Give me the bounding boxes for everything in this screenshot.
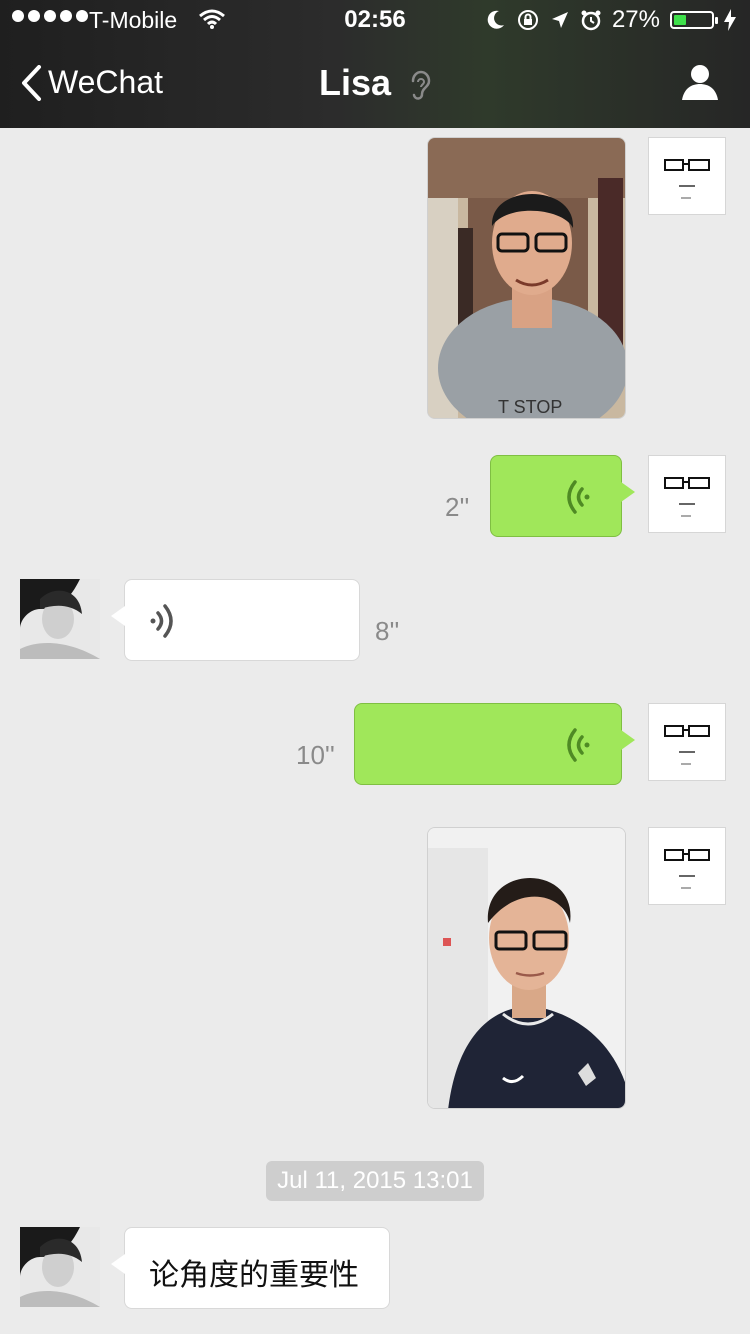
sent-photo-message[interactable]: T STOP (427, 137, 626, 419)
rotation-lock-icon (517, 10, 538, 30)
message-text: 论角度的重要性 (149, 1259, 359, 1292)
my-avatar[interactable] (648, 703, 726, 781)
voice-duration: 10'' (296, 740, 335, 770)
battery-percent: 27% (611, 6, 660, 33)
my-avatar[interactable] (648, 137, 726, 215)
status-bar: T-Mobile 02:56 27% (0, 0, 750, 40)
contact-name: Lisa (318, 62, 392, 103)
voice-wave-icon (150, 604, 173, 638)
alarm-icon (581, 10, 601, 31)
voice-duration: 2'' (445, 492, 470, 522)
lisa-avatar[interactable] (20, 1227, 100, 1307)
lisa-avatar[interactable] (20, 579, 100, 659)
profile-icon[interactable] (680, 62, 720, 102)
sent-photo-message[interactable] (427, 827, 626, 1109)
battery-icon (670, 11, 718, 29)
timestamp-divider: Jul 11, 2015 13:01 (266, 1161, 484, 1201)
chat-title: Lisa (0, 62, 750, 104)
moon-icon (487, 10, 504, 29)
sent-voice-message[interactable] (354, 703, 635, 785)
my-avatar[interactable] (648, 455, 726, 533)
location-icon (551, 12, 568, 28)
nav-bar: WeChat Lisa (0, 40, 750, 128)
voice-wave-icon (567, 728, 590, 762)
sent-voice-message[interactable] (490, 455, 635, 537)
selfie-photo-2 (428, 828, 625, 1108)
selfie-photo-1: T STOP (428, 138, 625, 418)
charging-bolt-icon (724, 9, 736, 31)
ear-icon (411, 71, 431, 101)
received-text-message[interactable]: 论角度的重要性 (111, 1227, 390, 1309)
svg-text:T STOP: T STOP (498, 397, 562, 417)
my-avatar[interactable] (648, 827, 726, 905)
voice-wave-icon (567, 480, 590, 514)
received-voice-message[interactable] (111, 579, 360, 661)
top-bar: T-Mobile 02:56 27% WeChat Lisa (0, 0, 750, 128)
voice-duration: 8'' (375, 616, 400, 646)
